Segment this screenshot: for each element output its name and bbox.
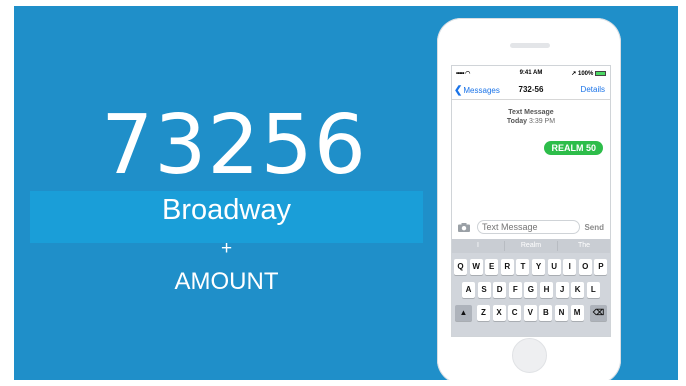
key-c[interactable]: C (508, 305, 522, 321)
key-b[interactable]: B (539, 305, 553, 321)
battery-icon (595, 70, 606, 76)
slide-background: 73256 Broadway + AMOUNT ••••• ◠ 9:41 AM … (14, 6, 678, 380)
details-button[interactable]: Details (581, 85, 605, 94)
thread-label: Text Message (508, 109, 554, 116)
send-button[interactable]: Send (584, 223, 604, 232)
shift-key-icon[interactable]: ▲ (455, 305, 472, 321)
key-p[interactable]: P (594, 259, 608, 275)
key-t[interactable]: T (516, 259, 530, 275)
key-e[interactable]: E (485, 259, 499, 275)
home-button[interactable] (512, 338, 547, 373)
thread-time: 3:39 PM (528, 118, 556, 125)
key-d[interactable]: D (493, 282, 507, 298)
key-g[interactable]: G (524, 282, 538, 298)
key-n[interactable]: N (555, 305, 568, 321)
key-u[interactable]: U (547, 259, 561, 275)
phone-speaker (510, 43, 550, 48)
shortcode-number: 73256 (101, 98, 367, 193)
key-f[interactable]: F (508, 282, 522, 298)
key-k[interactable]: K (571, 282, 585, 298)
battery-percent: ↗ 100% (571, 71, 594, 77)
camera-icon[interactable] (458, 223, 470, 232)
plus-sign: + (220, 238, 233, 259)
key-i[interactable]: I (563, 259, 577, 275)
delete-key-icon[interactable]: ⌫ (590, 305, 607, 321)
thread-day: Today (506, 118, 528, 125)
keyword-text: Broadway (162, 194, 291, 226)
key-r[interactable]: R (500, 259, 514, 275)
key-m[interactable]: M (570, 305, 584, 321)
suggestion-1[interactable]: I (452, 242, 504, 249)
message-input[interactable] (477, 220, 580, 234)
key-o[interactable]: O (578, 259, 592, 275)
key-j[interactable]: J (555, 282, 569, 298)
key-q[interactable]: Q (454, 259, 467, 275)
key-row-1: QWERTYUIOP (452, 259, 610, 276)
keyboard: I Realm The QWERTYUIOP ASDFGHJKL ZXCVBNM… (452, 239, 610, 336)
battery-indicator: ↗ 100% (571, 70, 606, 77)
key-a[interactable]: A (462, 282, 475, 298)
phone-screen: ••••• ◠ 9:41 AM ↗ 100% ❮Messages 732-56 … (451, 65, 611, 337)
key-row-2: ASDFGHJKL (452, 282, 610, 299)
suggestion-3[interactable]: The (558, 242, 610, 249)
key-w[interactable]: W (469, 259, 483, 275)
sent-message-bubble: REALM 50 (544, 141, 603, 155)
nav-bar: ❮Messages 732-56 Details (452, 81, 610, 100)
key-x[interactable]: X (492, 305, 506, 321)
thread-header: Text Message Today 3:39 PM (452, 108, 610, 126)
key-v[interactable]: V (523, 305, 537, 321)
phone-mockup: ••••• ◠ 9:41 AM ↗ 100% ❮Messages 732-56 … (437, 18, 621, 380)
key-y[interactable]: Y (532, 259, 545, 275)
key-l[interactable]: L (586, 282, 600, 298)
key-h[interactable]: H (540, 282, 553, 298)
compose-row: Send (452, 219, 610, 237)
status-bar: ••••• ◠ 9:41 AM ↗ 100% (452, 68, 610, 79)
suggestion-bar: I Realm The (452, 239, 610, 253)
amount-text: AMOUNT (174, 268, 279, 295)
key-z[interactable]: Z (477, 305, 490, 321)
key-row-3: Z X C V B N M ▲ ⌫ (452, 305, 610, 322)
key-s[interactable]: S (477, 282, 491, 298)
suggestion-2[interactable]: Realm (505, 242, 557, 249)
